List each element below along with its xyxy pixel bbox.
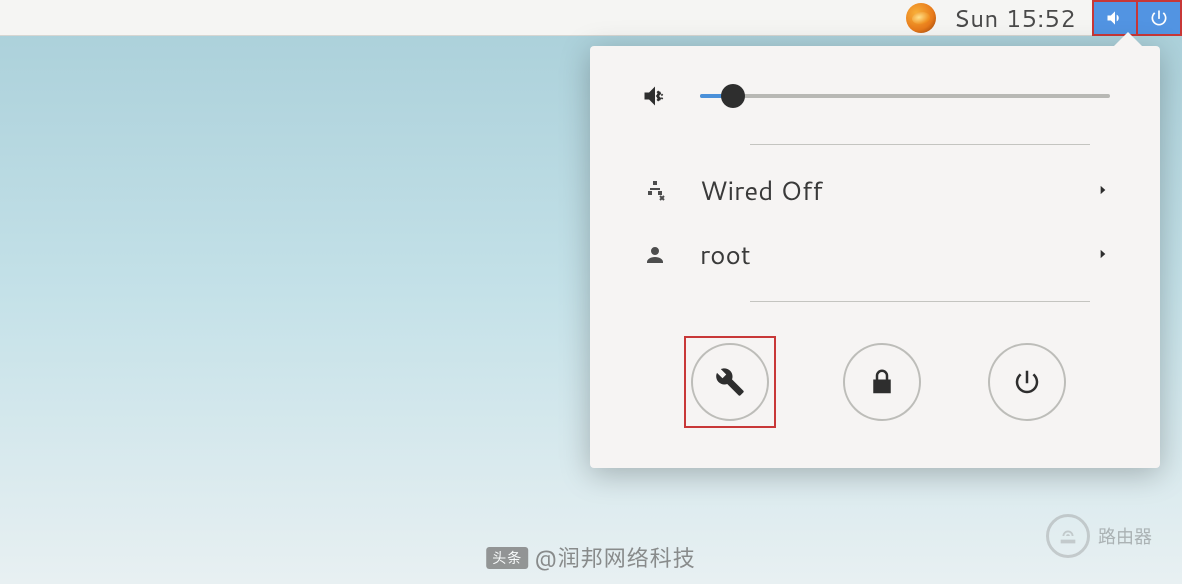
settings-icon — [715, 367, 745, 397]
volume-icon — [1105, 8, 1125, 28]
watermark: 头条 @润邦网络科技 — [486, 541, 696, 574]
menu-divider — [750, 144, 1090, 145]
power-icon — [1149, 8, 1169, 28]
router-logo-icon — [1046, 514, 1090, 558]
slider-thumb[interactable] — [721, 84, 745, 108]
menu-item-user[interactable]: root — [590, 223, 1160, 287]
chevron-right-icon — [1096, 180, 1110, 203]
chevron-right-icon — [1096, 244, 1110, 267]
menu-item-network[interactable]: Wired Off — [590, 159, 1160, 223]
volume-low-icon — [640, 82, 670, 110]
settings-button[interactable] — [691, 343, 769, 421]
lock-icon — [867, 367, 897, 397]
user-icon — [640, 243, 670, 267]
watermark-badge: 头条 — [486, 547, 528, 569]
corner-logo: 路由器 — [1046, 514, 1152, 558]
volume-slider[interactable] — [700, 84, 1110, 108]
slider-track — [700, 94, 1110, 98]
topbar: Sun 15:52 — [0, 0, 1182, 36]
system-menu: Wired Off root — [590, 46, 1160, 468]
volume-row — [590, 74, 1160, 130]
volume-indicator-button[interactable] — [1092, 0, 1136, 36]
power-indicator-button[interactable] — [1136, 0, 1182, 36]
corner-logo-text: 路由器 — [1098, 523, 1152, 549]
power-icon — [1012, 367, 1042, 397]
action-row — [590, 316, 1160, 438]
network-wired-off-icon — [640, 179, 670, 203]
menu-item-label: Wired Off — [700, 173, 1096, 209]
power-button[interactable] — [988, 343, 1066, 421]
settings-highlight — [684, 336, 776, 428]
watermark-text: @润邦网络科技 — [534, 541, 696, 574]
tray-app-icon[interactable] — [906, 3, 936, 33]
menu-item-label: root — [700, 237, 1096, 273]
menu-divider — [750, 301, 1090, 302]
clock[interactable]: Sun 15:52 — [954, 1, 1076, 35]
lock-button[interactable] — [843, 343, 921, 421]
